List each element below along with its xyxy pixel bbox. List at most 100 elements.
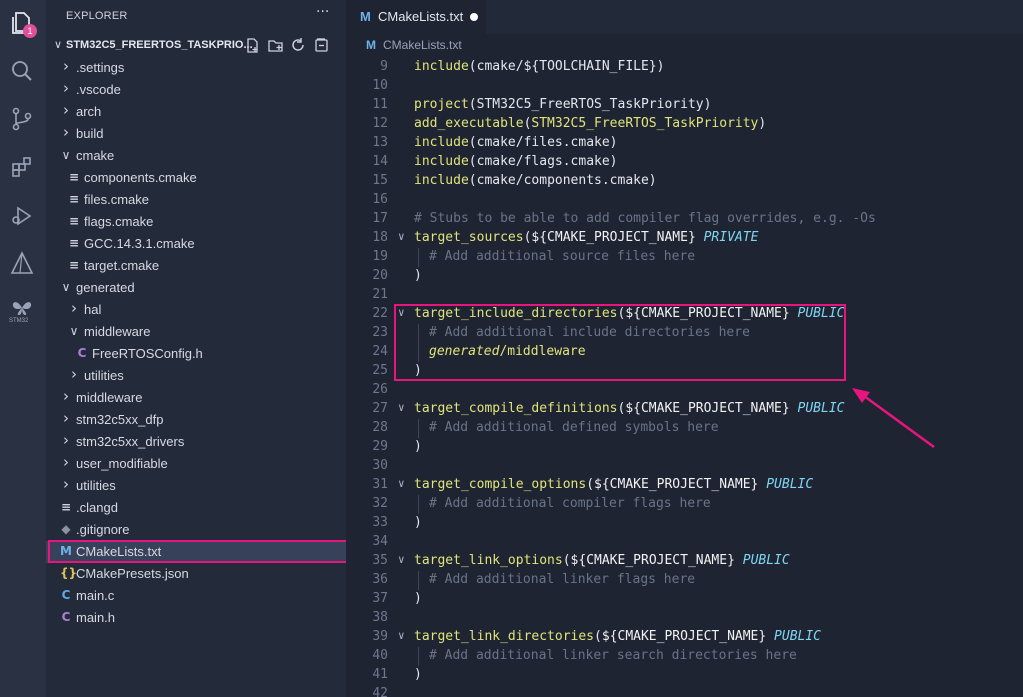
code-line[interactable]: 10	[346, 77, 1023, 96]
tree-folder[interactable]: › .vscode	[46, 79, 346, 101]
line-number: 21	[372, 287, 388, 302]
c-header-file-icon: C	[77, 346, 87, 360]
line-number: 12	[372, 116, 388, 131]
chevron-right-icon[interactable]: ›	[60, 453, 72, 471]
project-name: STM32C5_FREERTOS_TASKPRIO...	[66, 39, 253, 51]
new-folder-icon[interactable]	[267, 37, 284, 54]
chevron-right-icon[interactable]: ›	[60, 57, 72, 75]
chevron-right-icon[interactable]: ›	[60, 79, 72, 97]
chevron-right-icon[interactable]: ›	[60, 123, 72, 141]
source-control-icon[interactable]	[9, 106, 35, 132]
tree-file[interactable]: ≡ flags.cmake	[46, 211, 346, 233]
code-line[interactable]: 9 include(cmake/${TOOLCHAIN_FILE})	[346, 58, 1023, 77]
chevron-right-icon[interactable]: ›	[68, 365, 80, 383]
fold-chevron-icon[interactable]: ∨	[398, 230, 405, 243]
code-line[interactable]: 40 # Add additional linker search directo…	[346, 647, 1023, 666]
code-line[interactable]: 18 ∨ target_sources(${CMAKE_PROJECT_NAME} …	[346, 229, 1023, 248]
code-line[interactable]: 36 # Add additional linker flags here	[346, 571, 1023, 590]
code-line[interactable]: 35 ∨ target_link_options(${CMAKE_PROJECT_N…	[346, 552, 1023, 571]
chevron-right-icon[interactable]: ›	[60, 409, 72, 427]
tree-file[interactable]: {} CMakePresets.json	[46, 563, 346, 585]
tree-folder[interactable]: ∨ generated	[46, 277, 346, 299]
code-line[interactable]: 21	[346, 286, 1023, 305]
code-line[interactable]: 42	[346, 685, 1023, 697]
tree-folder[interactable]: › utilities	[46, 475, 346, 497]
tree-folder[interactable]: › stm32c5xx_drivers	[46, 431, 346, 453]
code-line[interactable]: 14 include(cmake/flags.cmake)	[346, 153, 1023, 172]
code-line[interactable]: 30	[346, 457, 1023, 476]
tree-folder[interactable]: › utilities	[46, 365, 346, 387]
code-line[interactable]: 12 add_executable(STM32C5_FreeRTOS_TaskPr…	[346, 115, 1023, 134]
line-number: 40	[372, 648, 388, 663]
code-line[interactable]: 11 project(STM32C5_FreeRTOS_TaskPriority)	[346, 96, 1023, 115]
tree-folder[interactable]: › middleware	[46, 387, 346, 409]
tree-file[interactable]: ≡ GCC.14.3.1.cmake	[46, 233, 346, 255]
code-line[interactable]: 41)	[346, 666, 1023, 685]
code-line[interactable]: 17 # Stubs to be able to add compiler fla…	[346, 210, 1023, 229]
chevron-right-icon[interactable]: ›	[68, 299, 80, 317]
cmake-icon[interactable]	[9, 250, 35, 276]
tab-cmakelists[interactable]: M CMakeLists.txt	[346, 0, 486, 34]
tree-file[interactable]: C FreeRTOSConfig.h	[46, 343, 346, 365]
run-debug-icon[interactable]	[9, 202, 35, 228]
tree-file[interactable]: ≡ .clangd	[46, 497, 346, 519]
code-line[interactable]: 27 ∨ target_compile_definitions(${CMAKE_PR…	[346, 400, 1023, 419]
chevron-down-icon[interactable]: ∨	[68, 324, 80, 338]
tree-folder[interactable]: › hal	[46, 299, 346, 321]
extensions-icon[interactable]	[9, 154, 35, 180]
chevron-right-icon[interactable]: ›	[60, 387, 72, 405]
tree-folder[interactable]: ∨ cmake	[46, 145, 346, 167]
code-line[interactable]: 16	[346, 191, 1023, 210]
chevron-right-icon[interactable]: ›	[60, 101, 72, 119]
tree-file[interactable]: ≡ target.cmake	[46, 255, 346, 277]
tree-file[interactable]: ≡ components.cmake	[46, 167, 346, 189]
code-line[interactable]: 33)	[346, 514, 1023, 533]
tree-folder[interactable]: ∨ middleware	[46, 321, 346, 343]
code-line[interactable]: 37)	[346, 590, 1023, 609]
code-line[interactable]: 19 # Add additional source files here	[346, 248, 1023, 267]
code-line[interactable]: 34	[346, 533, 1023, 552]
code-line[interactable]: 15 include(cmake/components.cmake)	[346, 172, 1023, 191]
tree-file[interactable]: ◆ .gitignore	[46, 519, 346, 541]
explorer-badge: 1	[23, 24, 37, 38]
fold-chevron-icon[interactable]: ∨	[398, 553, 405, 566]
code-line[interactable]: 31 ∨ target_compile_options(${CMAKE_PROJEC…	[346, 476, 1023, 495]
fold-chevron-icon[interactable]: ∨	[398, 477, 405, 490]
text-file-icon: ≡	[68, 236, 80, 250]
fold-chevron-icon[interactable]: ∨	[398, 401, 405, 414]
chevron-down-icon[interactable]: ∨	[60, 148, 72, 162]
more-actions-button[interactable]: ···	[316, 4, 329, 20]
code-line[interactable]: 26	[346, 381, 1023, 400]
chevron-down-icon[interactable]: ∨	[60, 280, 72, 294]
tree-file[interactable]: ≡ files.cmake	[46, 189, 346, 211]
code-line[interactable]: 38	[346, 609, 1023, 628]
code-token: # Stubs to be able to add compiler flag …	[414, 211, 876, 226]
tree-file[interactable]: Cmain.h	[46, 607, 346, 629]
fold-chevron-icon[interactable]: ∨	[398, 629, 405, 642]
tree-folder[interactable]: › user_modifiable	[46, 453, 346, 475]
refresh-icon[interactable]	[290, 37, 307, 54]
chevron-right-icon[interactable]: ›	[60, 431, 72, 449]
code-line[interactable]: 28 # Add additional defined symbols here	[346, 419, 1023, 438]
code-line[interactable]: 32 # Add additional compiler flags here	[346, 495, 1023, 514]
tree-file[interactable]: Cmain.c	[46, 585, 346, 607]
indent-guide	[418, 495, 419, 514]
unsaved-dot-icon[interactable]	[470, 13, 478, 21]
search-icon[interactable]	[9, 58, 35, 84]
code-line[interactable]: 13 include(cmake/files.cmake)	[346, 134, 1023, 153]
collapse-all-icon[interactable]	[313, 37, 330, 54]
chevron-right-icon[interactable]: ›	[60, 475, 72, 493]
line-number: 37	[372, 591, 388, 606]
tree-item-label: GCC.14.3.1.cmake	[84, 236, 195, 251]
code-line[interactable]: 20)	[346, 267, 1023, 286]
code-line[interactable]: 29)	[346, 438, 1023, 457]
tree-folder[interactable]: › .settings	[46, 57, 346, 79]
text-file-icon: ≡	[68, 192, 80, 206]
code-line[interactable]: 39 ∨ target_link_directories(${CMAKE_PROJE…	[346, 628, 1023, 647]
new-file-icon[interactable]	[244, 37, 261, 54]
code-token: include	[414, 173, 469, 188]
tree-folder[interactable]: › arch	[46, 101, 346, 123]
tree-folder[interactable]: › stm32c5xx_dfp	[46, 409, 346, 431]
project-root[interactable]: ∨ STM32C5_FREERTOS_TASKPRIO...	[46, 35, 346, 57]
tree-folder[interactable]: › build	[46, 123, 346, 145]
